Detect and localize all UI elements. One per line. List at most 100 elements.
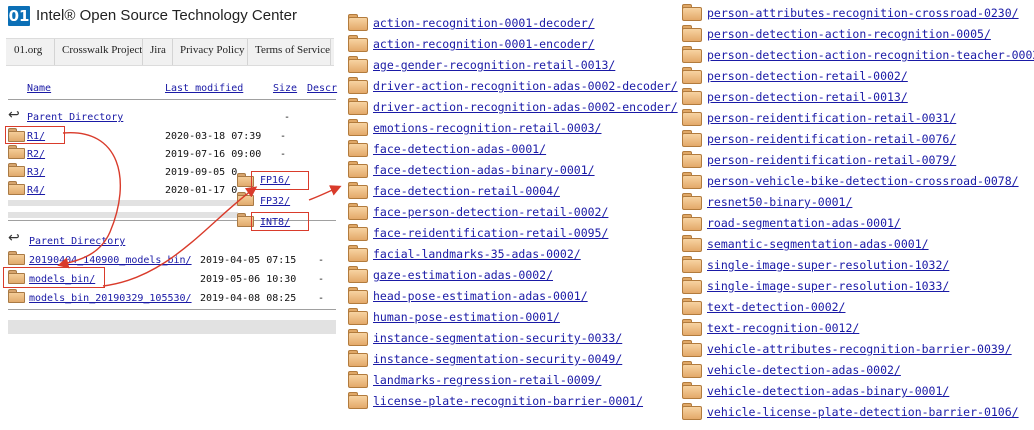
dir-date: 2019-04-05 07:15 <box>200 255 297 266</box>
folder-icon <box>682 88 702 105</box>
dir-link-models-bin-20190404[interactable]: 20190404_140900_models_bin/ <box>29 255 192 266</box>
folder-icon <box>682 172 702 189</box>
model-dir-link[interactable]: text-recognition-0012/ <box>707 321 859 335</box>
model-dir-link[interactable]: face-detection-adas-0001/ <box>373 142 546 156</box>
model-dir-link[interactable]: landmarks-regression-retail-0009/ <box>373 373 601 387</box>
nav-separator <box>172 39 173 65</box>
folder-icon <box>348 14 368 31</box>
model-dir-link[interactable]: driver-action-recognition-adas-0002-deco… <box>373 79 678 93</box>
folder-icon <box>348 77 368 94</box>
model-dir-link[interactable]: single-image-super-resolution-1032/ <box>707 258 949 272</box>
dir-link-r2[interactable]: R2/ <box>27 149 45 160</box>
folder-icon <box>682 256 702 273</box>
model-dir-link[interactable]: vehicle-license-plate-detection-barrier-… <box>707 405 1019 419</box>
model-dir-link[interactable]: license-plate-recognition-barrier-0001/ <box>373 394 643 408</box>
model-dir-link[interactable]: person-vehicle-bike-detection-crossroad-… <box>707 174 1019 188</box>
model-dir-link[interactable]: facial-landmarks-35-adas-0002/ <box>373 247 581 261</box>
model-dir-link[interactable]: person-reidentification-retail-0079/ <box>707 153 956 167</box>
model-dir-link[interactable]: road-segmentation-adas-0001/ <box>707 216 901 230</box>
nav-item-01org[interactable]: 01.org <box>14 44 42 56</box>
model-dir-link[interactable]: face-person-detection-retail-0002/ <box>373 205 608 219</box>
dir-date-r3: 2019-09-05 0 <box>165 167 238 178</box>
model-dir-link[interactable]: age-gender-recognition-retail-0013/ <box>373 58 615 72</box>
folder-icon <box>682 25 702 42</box>
dir-link-r3[interactable]: R3/ <box>27 167 45 178</box>
folder-icon <box>682 130 702 147</box>
nav-separator <box>54 39 55 65</box>
dir-size-r1: - <box>280 131 287 142</box>
folder-icon <box>682 67 702 84</box>
folder-icon <box>682 340 702 357</box>
parent-size: - <box>284 112 291 123</box>
folder-icon <box>8 251 25 265</box>
model-dir-link[interactable]: person-reidentification-retail-0076/ <box>707 132 956 146</box>
gray-band <box>8 200 238 206</box>
folder-icon <box>682 4 702 21</box>
folder-icon <box>348 287 368 304</box>
model-dir-link[interactable]: vehicle-detection-adas-binary-0001/ <box>707 384 949 398</box>
model-dir-link[interactable]: face-reidentification-retail-0095/ <box>373 226 608 240</box>
nav-item-crosswalk[interactable]: Crosswalk Project <box>62 44 142 56</box>
model-dir-link[interactable]: instance-segmentation-security-0033/ <box>373 331 622 345</box>
folder-icon <box>348 224 368 241</box>
intel-01-logo[interactable]: 01 <box>8 6 30 26</box>
model-dir-link[interactable]: instance-segmentation-security-0049/ <box>373 352 622 366</box>
nav-separator <box>247 39 248 65</box>
model-dir-link[interactable]: human-pose-estimation-0001/ <box>373 310 560 324</box>
model-dir-link[interactable]: vehicle-detection-adas-0002/ <box>707 363 901 377</box>
dir-link-models-bin-20190329[interactable]: models_bin_20190329_105530/ <box>29 293 192 304</box>
annotation-box-models-bin <box>3 267 105 288</box>
nav-separator <box>330 39 331 65</box>
dir-size: - <box>318 293 325 304</box>
model-dir-link[interactable]: driver-action-recognition-adas-0002-enco… <box>373 100 678 114</box>
folder-icon <box>682 235 702 252</box>
column-header-last-modified[interactable]: Last modified <box>165 83 243 94</box>
dir-link-fp32[interactable]: FP32/ <box>260 196 290 207</box>
folder-icon <box>348 56 368 73</box>
model-dir-link[interactable]: face-detection-adas-binary-0001/ <box>373 163 595 177</box>
model-dir-link[interactable]: person-detection-action-recognition-0005… <box>707 27 991 41</box>
model-dir-link[interactable]: person-detection-action-recognition-teac… <box>707 48 1034 62</box>
folder-icon <box>348 266 368 283</box>
model-dir-link[interactable]: semantic-segmentation-adas-0001/ <box>707 237 929 251</box>
column-header-name[interactable]: Name <box>27 83 51 94</box>
model-dir-link[interactable]: action-recognition-0001-decoder/ <box>373 16 595 30</box>
horizontal-rule <box>8 309 336 310</box>
back-arrow-icon: ↩ <box>8 107 20 123</box>
dir-date: 2019-05-06 10:30 <box>200 274 297 285</box>
model-dir-link[interactable]: action-recognition-0001-encoder/ <box>373 37 595 51</box>
folder-icon <box>348 161 368 178</box>
site-title: Intel® Open Source Technology Center <box>36 7 297 24</box>
nav-separator <box>142 39 143 65</box>
folder-icon <box>237 192 254 206</box>
column-header-size[interactable]: Size <box>273 83 297 94</box>
folder-icon <box>682 214 702 231</box>
model-dir-link[interactable]: text-detection-0002/ <box>707 300 845 314</box>
model-dir-link[interactable]: head-pose-estimation-adas-0001/ <box>373 289 588 303</box>
model-dir-link[interactable]: person-reidentification-retail-0031/ <box>707 111 956 125</box>
folder-icon <box>348 392 368 409</box>
model-dir-link[interactable]: emotions-recognition-retail-0003/ <box>373 121 601 135</box>
model-dir-link[interactable]: resnet50-binary-0001/ <box>707 195 852 209</box>
parent-directory-link-2[interactable]: Parent Directory <box>29 236 125 247</box>
model-dir-link[interactable]: person-detection-retail-0002/ <box>707 69 908 83</box>
model-dir-link[interactable]: person-attributes-recognition-crossroad-… <box>707 6 1019 20</box>
folder-icon <box>682 361 702 378</box>
nav-item-privacy[interactable]: Privacy Policy <box>180 44 244 56</box>
nav-item-jira[interactable]: Jira <box>150 44 166 56</box>
folder-icon <box>682 109 702 126</box>
dir-size: - <box>318 255 325 266</box>
model-dir-link[interactable]: single-image-super-resolution-1033/ <box>707 279 949 293</box>
model-dir-link[interactable]: vehicle-attributes-recognition-barrier-0… <box>707 342 1012 356</box>
nav-item-terms[interactable]: Terms of Service <box>255 44 330 56</box>
dir-date-r4: 2020-01-17 0 <box>165 185 238 196</box>
folder-icon <box>348 350 368 367</box>
folder-icon <box>348 245 368 262</box>
folder-icon <box>682 298 702 315</box>
dir-link-r4[interactable]: R4/ <box>27 185 45 196</box>
model-dir-link[interactable]: person-detection-retail-0013/ <box>707 90 908 104</box>
column-header-description[interactable]: Descr <box>307 83 337 94</box>
model-dir-link[interactable]: face-detection-retail-0004/ <box>373 184 560 198</box>
model-dir-link[interactable]: gaze-estimation-adas-0002/ <box>373 268 553 282</box>
parent-directory-link[interactable]: Parent Directory <box>27 112 123 123</box>
